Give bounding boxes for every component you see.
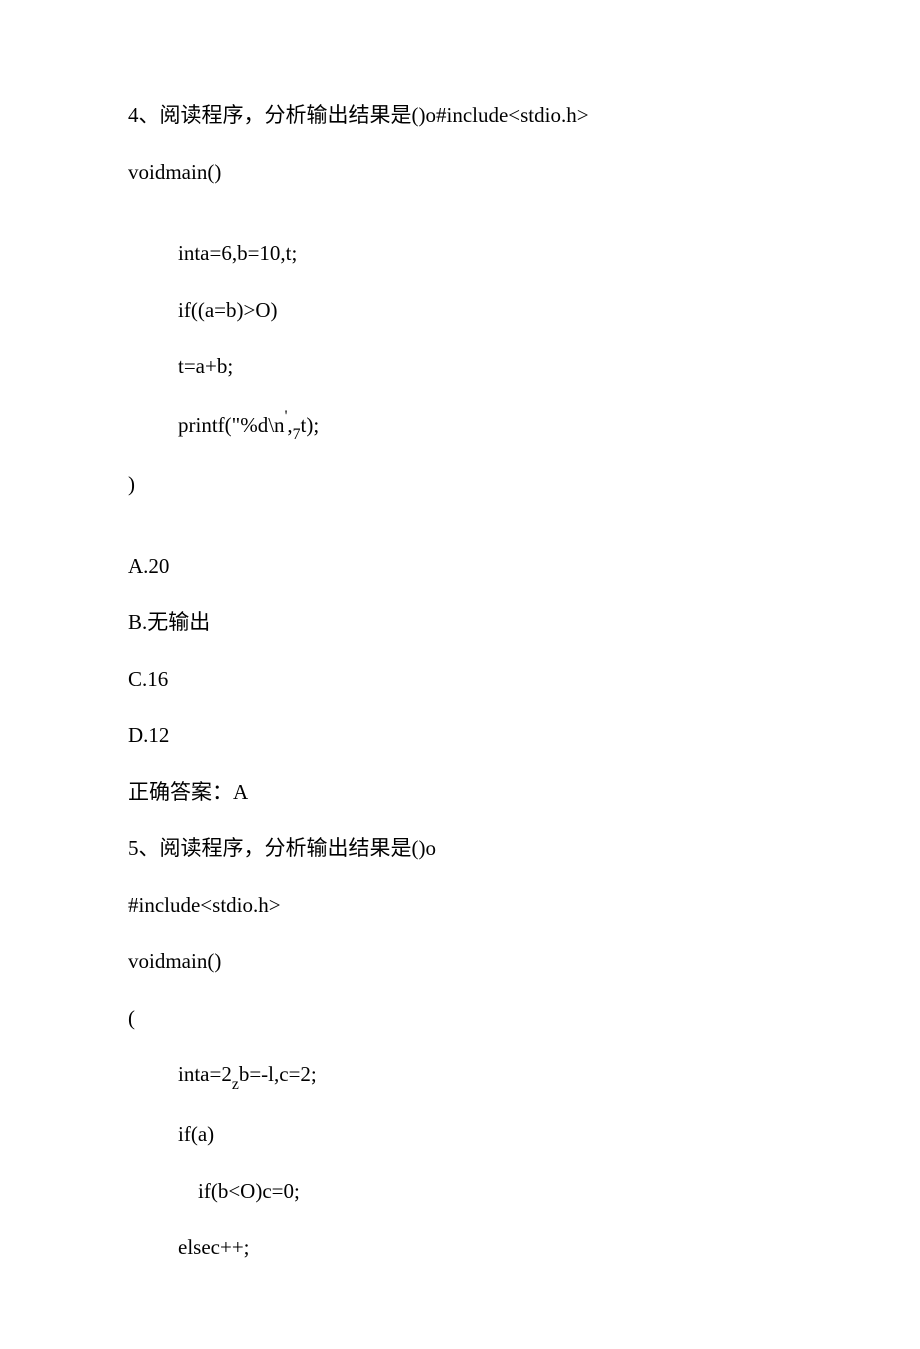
q5-code-line-2: if(a) (128, 1119, 792, 1151)
q4-option-a: A.20 (128, 551, 792, 583)
q5-code-line-1: inta=2zb=-l,c=2; (128, 1059, 792, 1094)
text-fragment: t); (301, 413, 320, 437)
q5-main: voidmain() (128, 946, 792, 978)
q4-prompt-line-2: voidmain() (128, 157, 792, 189)
text-fragment: printf("%d\n (178, 413, 285, 437)
q5-code-line-3: if(b<O)c=0; (128, 1176, 792, 1208)
text-fragment: , (287, 413, 292, 437)
q5-open-paren: ( (128, 1003, 792, 1035)
q5-include: #include<stdio.h> (128, 890, 792, 922)
document-page: 4、阅读程序，分析输出结果是()o#include<stdio.h> voidm… (0, 0, 920, 1349)
text-fragment: inta=2 (178, 1062, 232, 1086)
q4-code-line-1: inta=6,b=10,t; (128, 238, 792, 270)
q4-answer: 正确答案：A (128, 777, 792, 809)
blank-line (128, 526, 792, 551)
q4-option-d: D.12 (128, 720, 792, 752)
q4-close-paren: ) (128, 469, 792, 501)
text-fragment-sub: 7 (293, 426, 301, 443)
q4-option-c: C.16 (128, 664, 792, 696)
q4-code-line-4: printf("%d\n',7t); (128, 408, 792, 445)
q4-option-b: B.无输出 (128, 607, 792, 639)
q4-prompt-line-1: 4、阅读程序，分析输出结果是()o#include<stdio.h> (128, 100, 792, 132)
text-fragment: b=-l,c=2; (239, 1062, 317, 1086)
q5-prompt: 5、阅读程序，分析输出结果是()o (128, 833, 792, 865)
q4-code-line-2: if((a=b)>O) (128, 295, 792, 327)
text-fragment-sub: z (232, 1076, 239, 1093)
q4-code-line-3: t=a+b; (128, 351, 792, 383)
q5-code-line-4: elsec++; (128, 1232, 792, 1264)
blank-line (128, 213, 792, 238)
text-fragment-sup: ' (285, 408, 288, 425)
